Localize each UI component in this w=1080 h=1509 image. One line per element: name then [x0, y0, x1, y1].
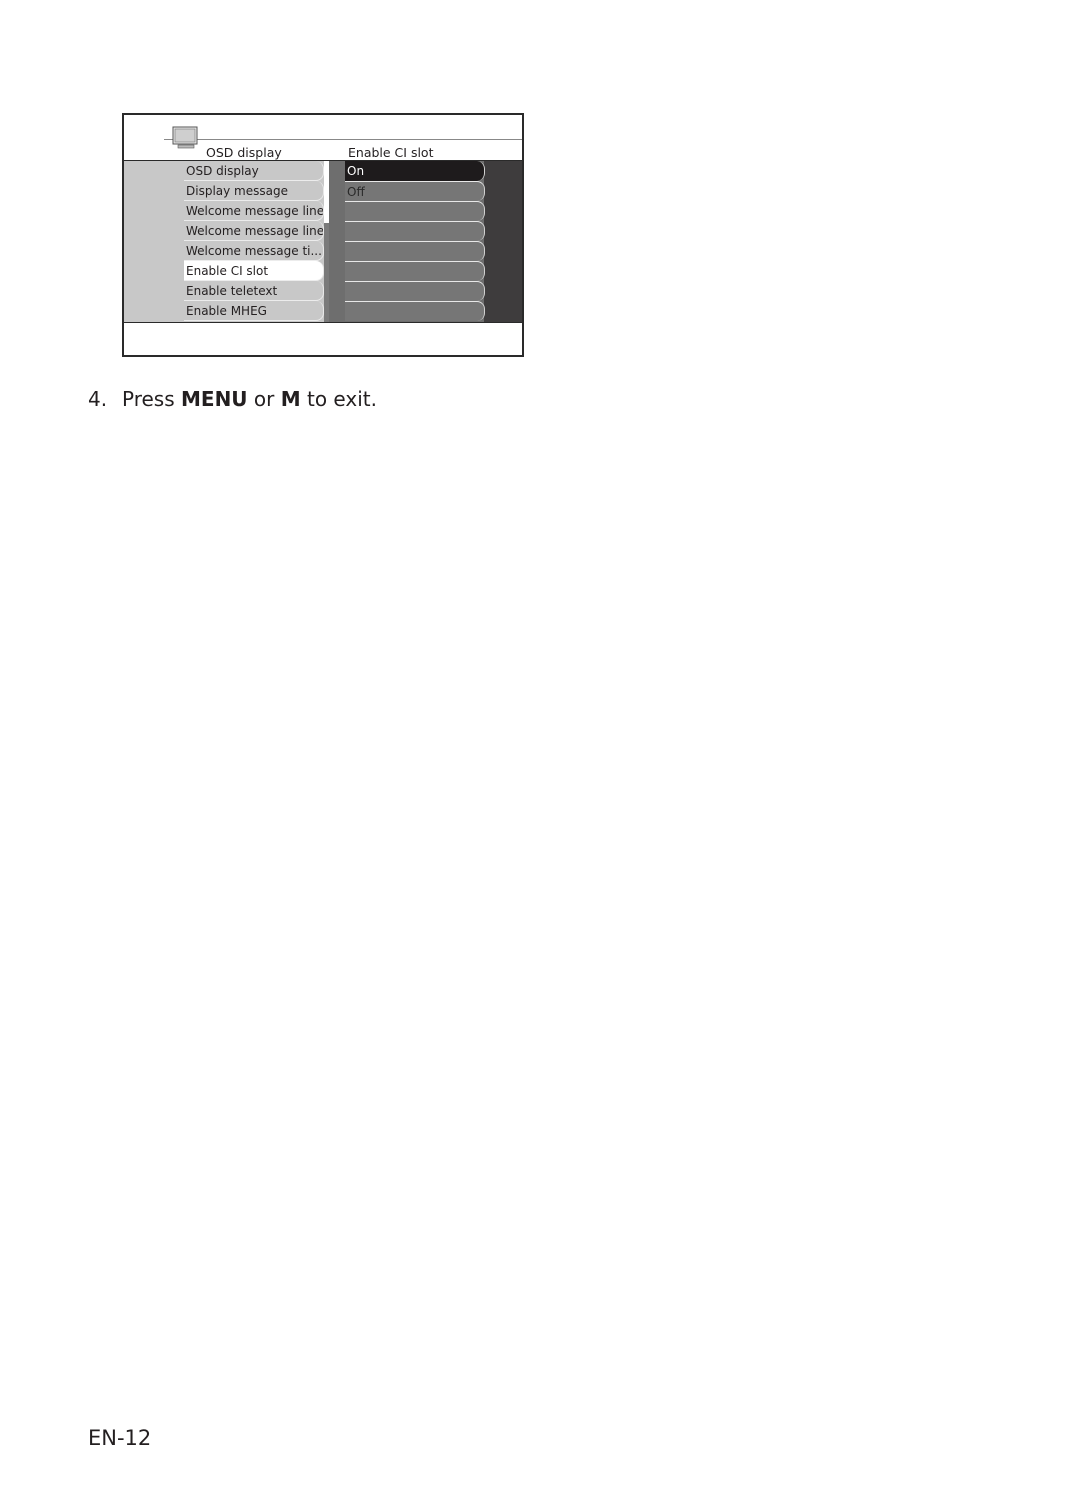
option-empty: [345, 281, 485, 301]
menu-item-enable-ci-slot[interactable]: Enable CI slot: [184, 261, 324, 281]
menu-item-enable-mheg[interactable]: Enable MHEG: [184, 301, 324, 321]
menu-item-enable-teletext[interactable]: Enable teletext: [184, 281, 324, 301]
menu-body: OSD display Display message Welcome mess…: [124, 161, 522, 322]
menu-item-welcome-line-2[interactable]: Welcome message line 2: [184, 221, 324, 241]
tv-menu-screenshot: OSD display Enable CI slot OSD display D…: [122, 113, 524, 357]
breadcrumb-parent: OSD display: [206, 145, 282, 160]
key-m: M: [280, 387, 301, 411]
menu-footer: [124, 322, 522, 355]
menu-item-osd-display[interactable]: OSD display: [184, 161, 324, 181]
menu-item-display-message[interactable]: Display message: [184, 181, 324, 201]
instruction-step: 4. Press MENU or M to exit.: [88, 387, 377, 411]
menu-header: OSD display Enable CI slot: [124, 115, 522, 161]
option-list: On Off: [345, 161, 485, 321]
step-prefix: Press: [122, 387, 181, 411]
option-empty: [345, 241, 485, 261]
page-number: EN-12: [88, 1426, 152, 1450]
menu-item-welcome-line-1[interactable]: Welcome message line 1: [184, 201, 324, 221]
option-on[interactable]: On: [345, 161, 485, 181]
tv-icon: [172, 126, 198, 149]
key-menu: MENU: [181, 387, 248, 411]
step-suffix: to exit.: [300, 387, 377, 411]
option-off[interactable]: Off: [345, 181, 485, 201]
option-empty: [345, 301, 485, 321]
option-empty: [345, 201, 485, 221]
option-empty: [345, 221, 485, 241]
side-panel: [484, 161, 522, 322]
option-empty: [345, 261, 485, 281]
menu-item-welcome-title[interactable]: Welcome message ti...: [184, 241, 324, 261]
header-rule: [164, 139, 522, 140]
menu-list: OSD display Display message Welcome mess…: [184, 161, 324, 321]
step-number: 4.: [88, 387, 108, 411]
step-middle: or: [247, 387, 281, 411]
breadcrumb-current: Enable CI slot: [348, 145, 434, 160]
scrollbar-thumb[interactable]: [324, 161, 329, 223]
